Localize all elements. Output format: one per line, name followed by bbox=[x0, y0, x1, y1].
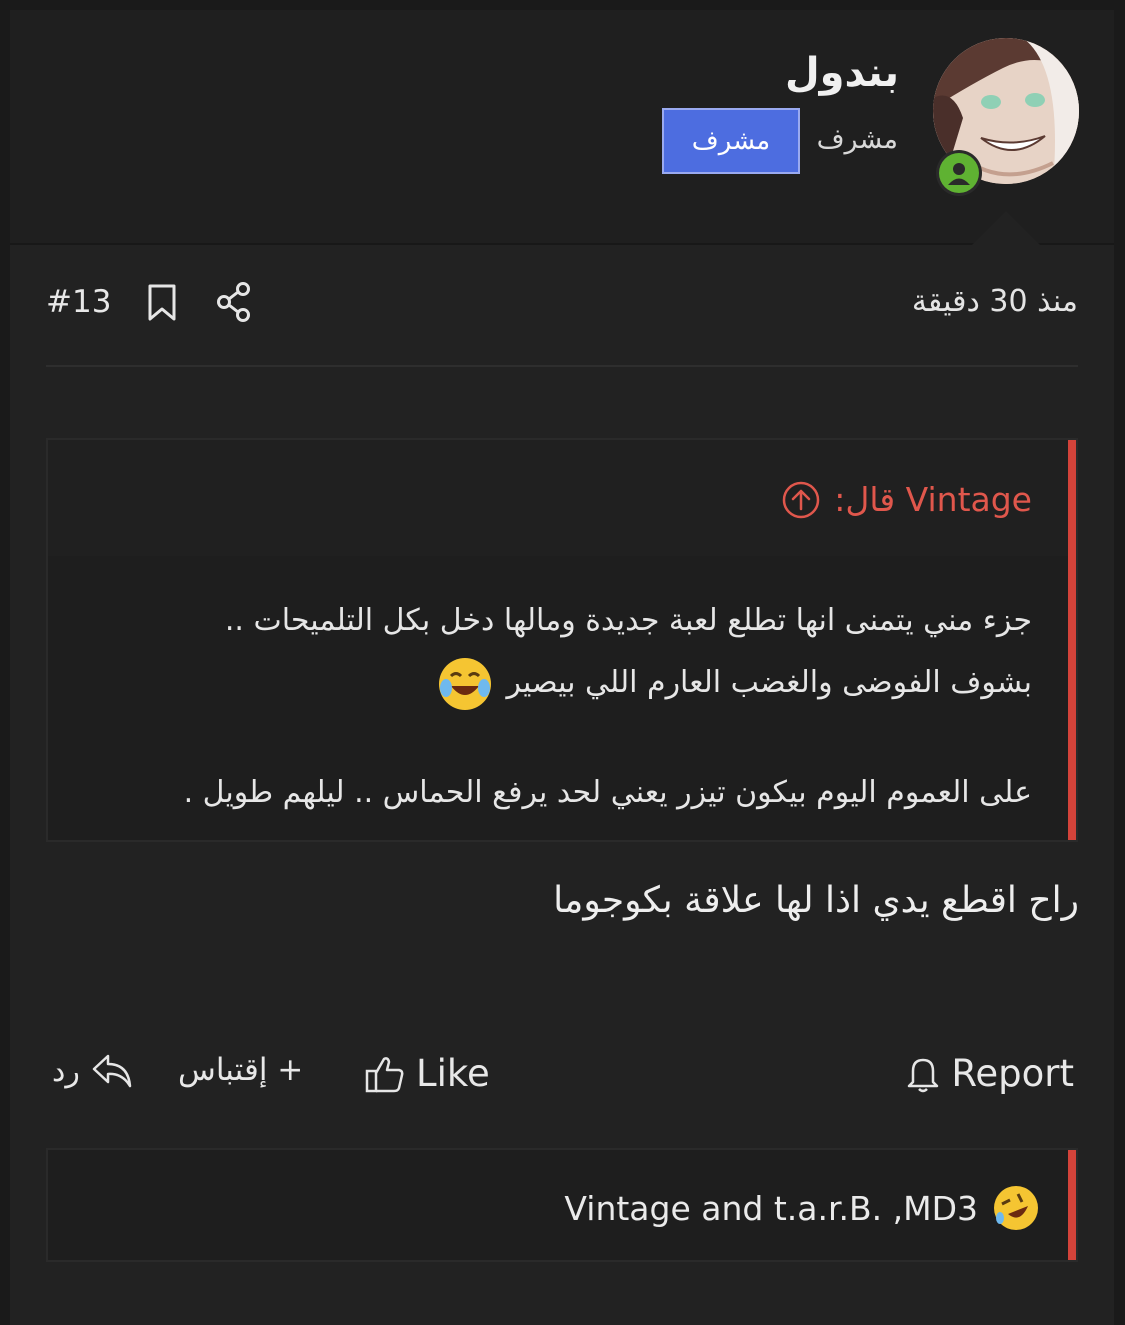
online-status-indicator bbox=[936, 150, 982, 196]
reactions-summary[interactable]: Vintage and t.a.r.B. ,MD3 bbox=[564, 1184, 1040, 1232]
quote-line: على العموم اليوم بيكون تيزر يعني لحد يرف… bbox=[183, 775, 1032, 810]
reply-button[interactable]: رد bbox=[52, 1052, 134, 1090]
thumbs-up-icon bbox=[365, 1056, 404, 1092]
like-button[interactable]: Like bbox=[364, 1052, 490, 1095]
username[interactable]: بندول bbox=[785, 50, 899, 96]
quote-accent-bar bbox=[1068, 440, 1076, 840]
reply-label[interactable]: رد bbox=[52, 1054, 80, 1089]
bookmark-icon[interactable] bbox=[146, 284, 178, 322]
quote-block: Vintage قال: جزء مني يتمنى انها تطلع لعب… bbox=[46, 438, 1078, 842]
quote-button[interactable]: + إقتباس bbox=[178, 1052, 303, 1088]
post-meta: منذ 30 دقيقة #13 bbox=[46, 270, 1078, 340]
laughing-tears-emoji bbox=[438, 657, 491, 710]
quote-line: بشوف الفوضى والغضب العارم اللي بيصير bbox=[506, 665, 1032, 700]
report-button[interactable]: Report bbox=[905, 1052, 1074, 1095]
header-pointer bbox=[972, 211, 1040, 245]
quote-line-with-emoji: بشوف الفوضى والغضب العارم اللي بيصير bbox=[112, 652, 1032, 714]
divider bbox=[46, 365, 1078, 367]
reactions-bar[interactable]: Vintage and t.a.r.B. ,MD3 bbox=[46, 1148, 1078, 1262]
share-icon[interactable] bbox=[216, 282, 252, 322]
user-role: مشرف bbox=[816, 124, 898, 155]
rofl-emoji-icon bbox=[994, 1186, 1038, 1230]
post-message: راح اقطع يدي اذا لها علاقة بكوجوما bbox=[553, 880, 1079, 921]
reactions-accent-bar bbox=[1068, 1150, 1076, 1260]
like-label[interactable]: Like bbox=[416, 1052, 490, 1095]
quote-line: جزء مني يتمنى انها تطلع لعبة جديدة وماله… bbox=[224, 603, 1032, 638]
report-label[interactable]: Report bbox=[951, 1052, 1074, 1095]
user-banner: مشرف bbox=[662, 108, 800, 174]
reactions-users[interactable]: Vintage and t.a.r.B. ,MD3 bbox=[564, 1189, 978, 1228]
jump-to-quote-icon[interactable] bbox=[782, 481, 820, 519]
post-timestamp[interactable]: منذ 30 دقيقة bbox=[912, 284, 1078, 319]
user-icon bbox=[948, 163, 970, 185]
quote-body: جزء مني يتمنى انها تطلع لعبة جديدة وماله… bbox=[112, 590, 1032, 824]
bell-icon bbox=[908, 1058, 939, 1092]
reply-arrow-icon bbox=[92, 1054, 132, 1088]
post-actions: Report Like + إقتباس رد bbox=[46, 1048, 1078, 1108]
quote-label[interactable]: + إقتباس bbox=[178, 1052, 303, 1088]
post-number[interactable]: #13 bbox=[46, 284, 111, 320]
quote-author-link[interactable]: Vintage قال: bbox=[782, 480, 1032, 519]
quote-author-label[interactable]: Vintage قال: bbox=[834, 480, 1032, 519]
